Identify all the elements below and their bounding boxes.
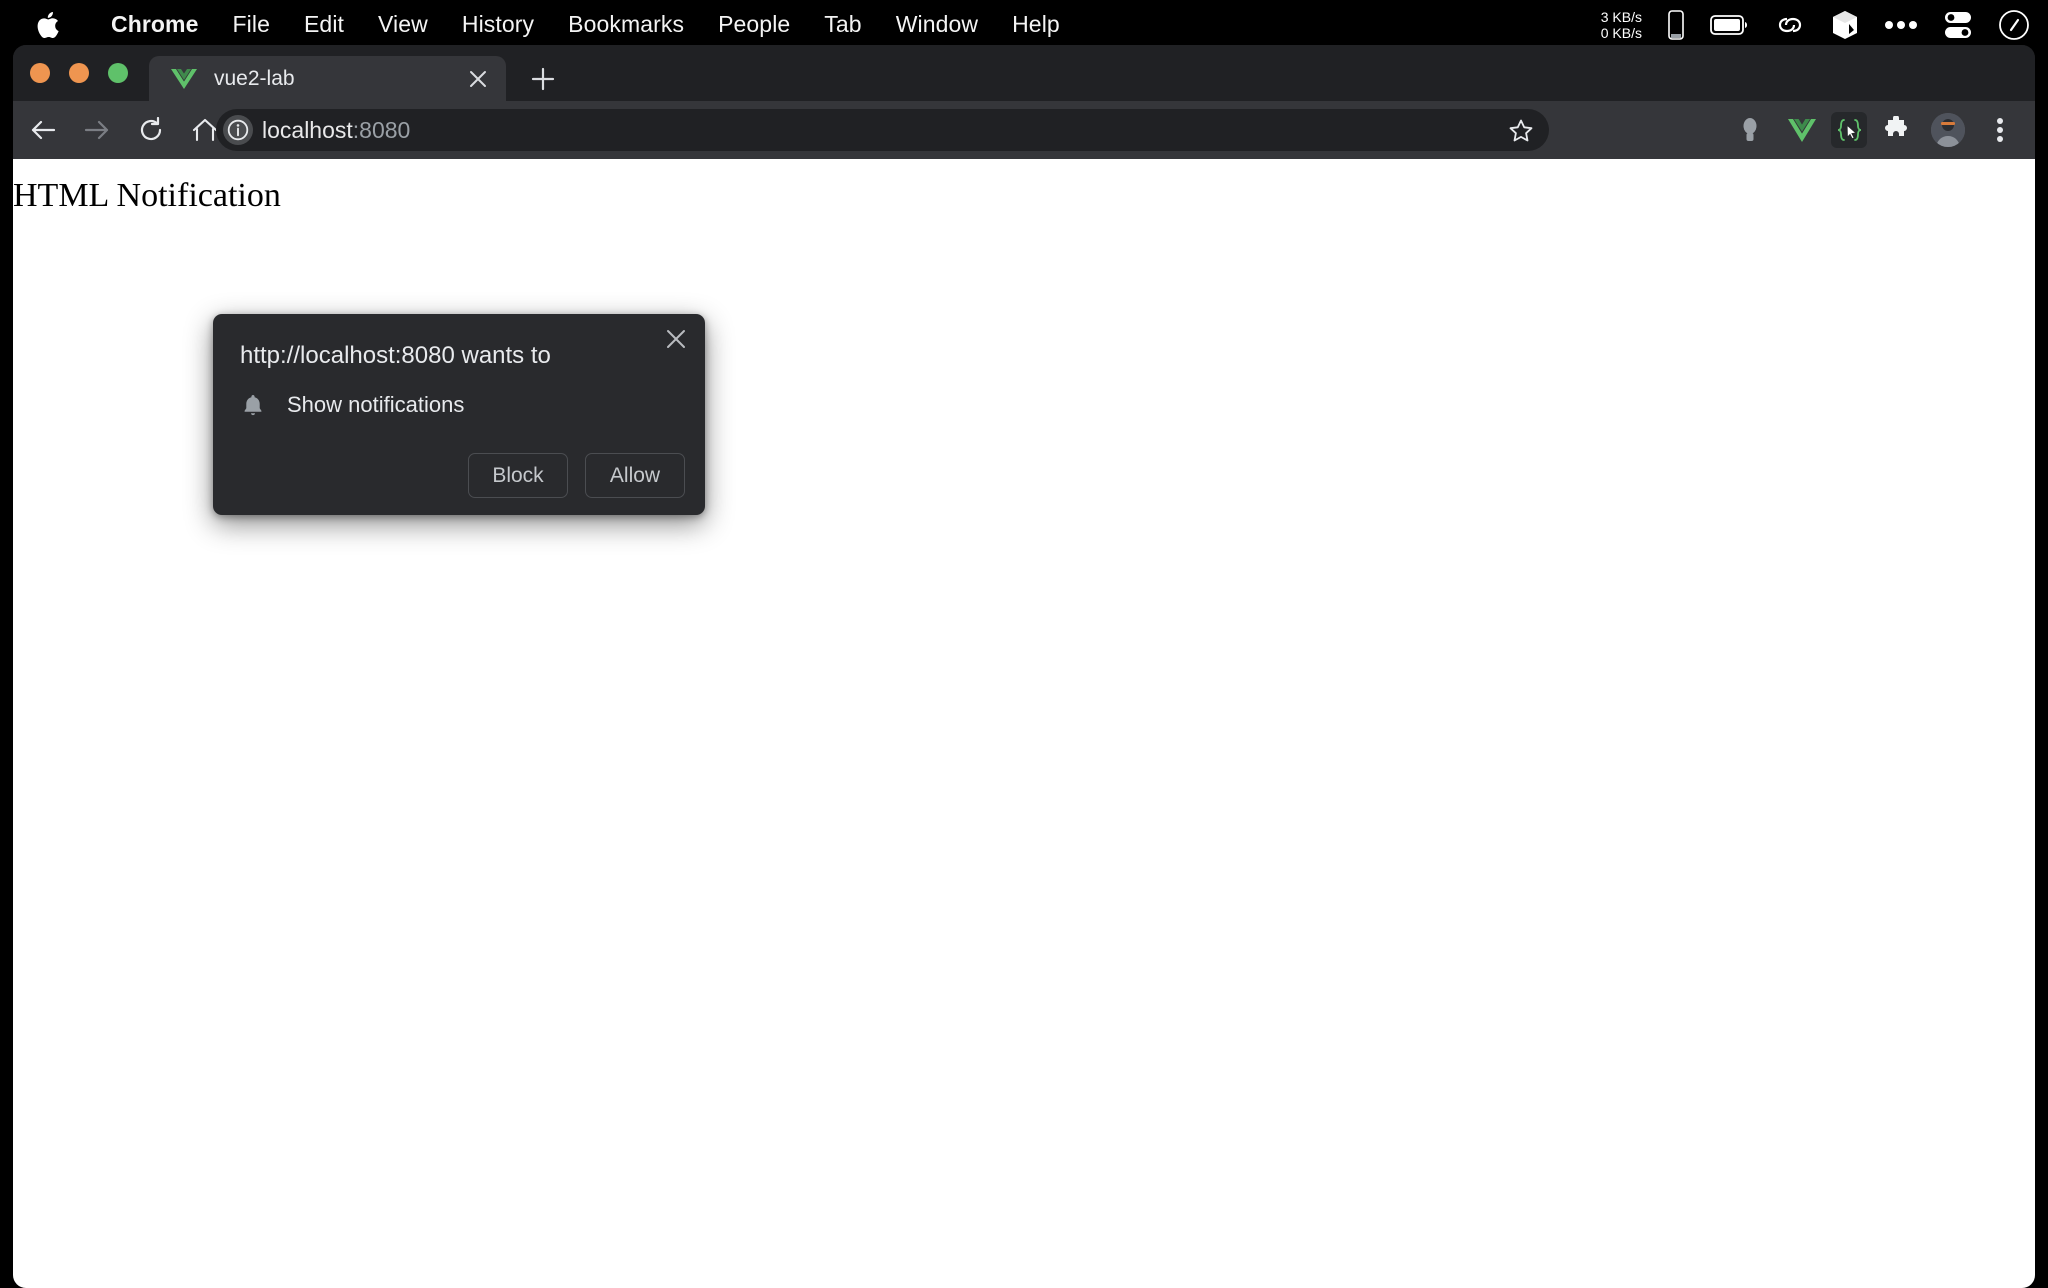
menu-item-history[interactable]: History — [445, 11, 551, 38]
window-traffic-lights — [30, 63, 128, 83]
bell-icon — [240, 392, 266, 418]
menu-item-view[interactable]: View — [361, 11, 445, 38]
page-viewport: HTML Notification http://localhost:8080 … — [13, 159, 2035, 1288]
profile-avatar[interactable] — [1925, 107, 1971, 153]
menu-item-window[interactable]: Window — [879, 11, 995, 38]
menu-item-chrome[interactable]: Chrome — [94, 11, 216, 38]
menu-item-tab[interactable]: Tab — [807, 11, 878, 38]
vue-logo-icon — [171, 67, 197, 91]
window-maximize-button[interactable] — [108, 63, 128, 83]
menubar-status-area: 3 KB/s 0 KB/s — [1601, 0, 2030, 49]
new-tab-button[interactable] — [526, 62, 560, 96]
avatar — [1931, 113, 1965, 147]
block-button[interactable]: Block — [468, 453, 568, 498]
link-icon[interactable] — [1774, 12, 1806, 38]
tab-close-icon[interactable] — [466, 67, 490, 91]
permission-dialog-title: http://localhost:8080 wants to — [240, 342, 551, 369]
control-center-icon[interactable] — [1998, 9, 2030, 41]
chrome-browser-window: vue2-lab localhost:8080 HTML Notificatio… — [13, 45, 2035, 1288]
network-speed-indicator[interactable]: 3 KB/s 0 KB/s — [1601, 9, 1642, 41]
tab-strip: vue2-lab — [13, 45, 2035, 101]
address-bar-input[interactable]: localhost:8080 — [262, 117, 410, 144]
url-host: localhost — [262, 116, 353, 143]
battery-phone-icon[interactable] — [1668, 9, 1684, 40]
browser-toolbar: localhost:8080 — [13, 101, 2035, 159]
toggles-icon[interactable] — [1944, 10, 1972, 40]
page-title: HTML Notification — [13, 177, 281, 214]
bookmark-star-icon[interactable] — [1505, 115, 1537, 147]
window-minimize-button[interactable] — [69, 63, 89, 83]
browser-tab[interactable]: vue2-lab — [149, 56, 506, 101]
notification-permission-dialog: http://localhost:8080 wants to Show noti… — [213, 314, 705, 515]
cube-icon[interactable] — [1832, 10, 1858, 40]
code-cursor-extension-icon[interactable] — [1831, 112, 1867, 148]
url-port: :8080 — [352, 116, 411, 143]
chrome-menu-icon[interactable] — [1977, 107, 2023, 153]
menu-item-people[interactable]: People — [701, 11, 807, 38]
toolbar-extension-area — [1724, 101, 2026, 159]
permission-request-label: Show notifications — [287, 392, 465, 417]
menu-item-bookmarks[interactable]: Bookmarks — [551, 11, 701, 38]
battery-icon[interactable] — [1710, 14, 1748, 36]
macos-menubar: Chrome File Edit View History Bookmarks … — [0, 0, 2048, 49]
vue-devtools-icon[interactable] — [1779, 107, 1825, 153]
network-down-rate: 3 KB/s — [1600, 8, 1642, 25]
menu-item-edit[interactable]: Edit — [287, 11, 361, 38]
extension-grey-icon[interactable] — [1727, 107, 1773, 153]
permission-dialog-actions: Block Allow — [468, 453, 685, 498]
site-info-icon[interactable] — [223, 115, 253, 145]
apple-logo-icon[interactable] — [36, 11, 60, 39]
allow-button[interactable]: Allow — [585, 453, 685, 498]
extensions-puzzle-icon[interactable] — [1873, 107, 1919, 153]
tab-title: vue2-lab — [214, 66, 295, 90]
menu-item-file[interactable]: File — [216, 11, 287, 38]
close-icon[interactable] — [661, 324, 691, 354]
window-close-button[interactable] — [30, 63, 50, 83]
network-up-rate: 0 KB/s — [1600, 24, 1642, 41]
reload-icon[interactable] — [129, 108, 173, 152]
ellipsis-icon[interactable] — [1884, 20, 1918, 30]
menu-item-help[interactable]: Help — [995, 11, 1077, 38]
back-arrow-icon[interactable] — [21, 108, 65, 152]
forward-arrow-icon[interactable] — [75, 108, 119, 152]
permission-request-row: Show notifications — [240, 392, 464, 418]
address-bar[interactable]: localhost:8080 — [216, 109, 1549, 151]
